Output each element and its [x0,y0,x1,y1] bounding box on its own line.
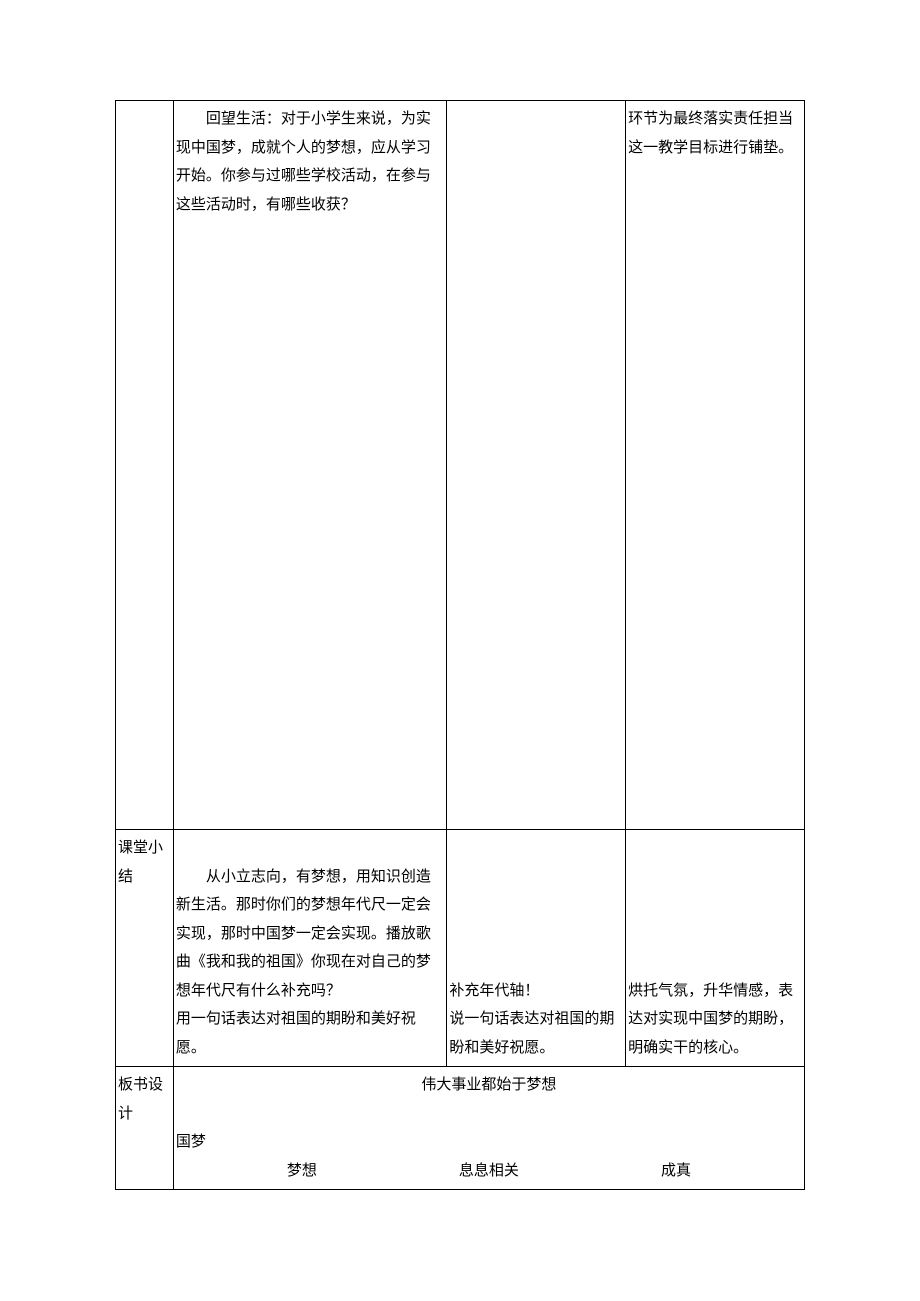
mid-content-cell: 补充年代轴！ 说一句话表达对祖国的期盼和美好祝愿。 [447,830,626,1067]
board-word: 成真 [661,1157,691,1186]
board-line: 国梦 [176,1128,802,1157]
row-label: 课堂小结 [118,840,163,885]
board-title: 伟大事业都始于梦想 [176,1071,802,1100]
table-row: 板书设计 伟大事业都始于梦想 国梦 梦想 息息相关 成真 [116,1067,805,1190]
table-row: 课堂小结 从小立志向，有梦想，用知识创造新生活。那时你们的梦想年代尺一定会实现，… [116,830,805,1067]
board-design-cell: 伟大事业都始于梦想 国梦 梦想 息息相关 成真 [173,1067,804,1190]
lesson-plan-table: 回望生活：对于小学生来说，为实现中国梦，成就个人的梦想，应从学习开始。你参与过哪… [115,100,805,1190]
paragraph: 回望生活：对于小学生来说，为实现中国梦，成就个人的梦想，应从学习开始。你参与过哪… [176,105,444,219]
document-page: 回望生活：对于小学生来说，为实现中国梦，成就个人的梦想，应从学习开始。你参与过哪… [0,0,920,1190]
paragraph: 从小立志向，有梦想，用知识创造新生活。那时你们的梦想年代尺一定会实现，那时中国梦… [176,863,444,1006]
main-content-cell: 从小立志向，有梦想，用知识创造新生活。那时你们的梦想年代尺一定会实现，那时中国梦… [173,830,446,1067]
right-content-cell: 烘托气氛，升华情感，表达对实现中国梦的期盼，明确实干的核心。 [626,830,805,1067]
text-line: 烘托气氛，升华情感，表达对实现中国梦的期盼，明确实干的核心。 [628,983,793,1056]
row-label-cell: 板书设计 [116,1067,174,1190]
row-label-cell [116,101,174,830]
paragraph: 环节为最终落实责任担当这一教学目标进行铺垫。 [628,111,793,156]
text-line: 说一句话表达对祖国的期盼和美好祝愿。 [449,1011,614,1056]
table-row: 回望生活：对于小学生来说，为实现中国梦，成就个人的梦想，应从学习开始。你参与过哪… [116,101,805,830]
board-bottom-line: 梦想 息息相关 成真 [176,1157,802,1186]
board-word: 梦想 [287,1157,317,1186]
right-content-cell: 环节为最终落实责任担当这一教学目标进行铺垫。 [626,101,805,830]
row-label-cell: 课堂小结 [116,830,174,1067]
mid-content-cell [447,101,626,830]
text-line: 补充年代轴！ [449,983,539,999]
paragraph: 用一句话表达对祖国的期盼和美好祝愿。 [176,1011,416,1056]
board-word: 息息相关 [459,1157,519,1186]
main-content-cell: 回望生活：对于小学生来说，为实现中国梦，成就个人的梦想，应从学习开始。你参与过哪… [173,101,446,830]
row-label: 板书设计 [118,1077,163,1122]
